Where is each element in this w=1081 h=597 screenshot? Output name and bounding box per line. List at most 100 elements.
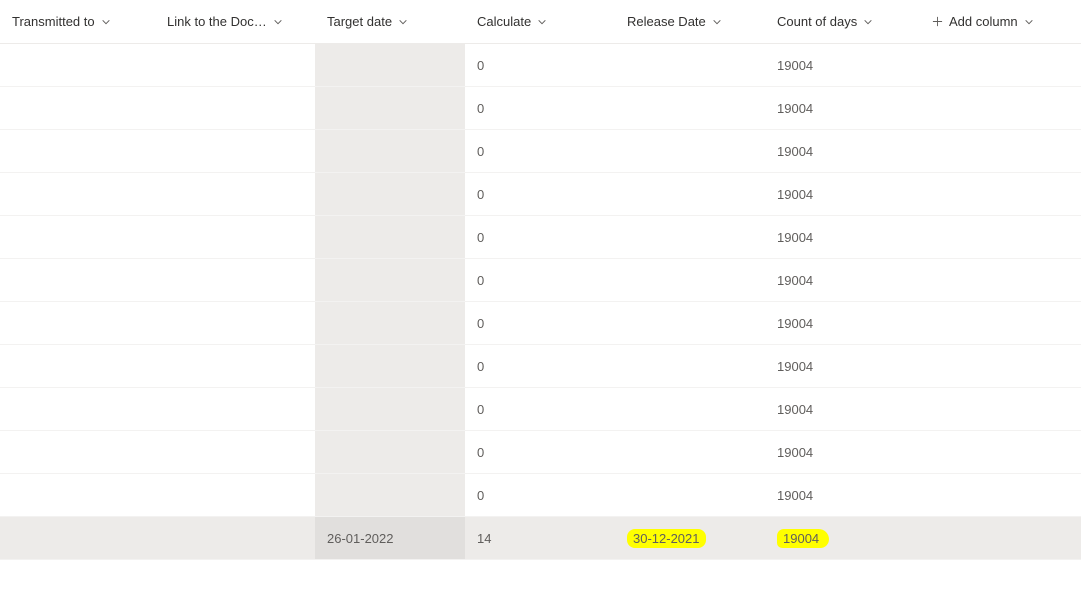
cell-calculate[interactable]: 0 <box>465 216 615 258</box>
cell-link[interactable] <box>155 216 315 258</box>
cell-transmitted[interactable] <box>0 474 155 516</box>
table-row[interactable]: 0 19004 <box>0 259 1081 302</box>
cell-transmitted[interactable] <box>0 259 155 301</box>
cell-link[interactable] <box>155 474 315 516</box>
cell-calculate[interactable]: 0 <box>465 431 615 473</box>
cell-transmitted[interactable] <box>0 87 155 129</box>
cell-transmitted[interactable] <box>0 517 155 559</box>
table-row[interactable]: 0 19004 <box>0 388 1081 431</box>
cell-target[interactable] <box>315 130 465 172</box>
cell-link[interactable] <box>155 173 315 215</box>
cell-release[interactable] <box>615 173 765 215</box>
cell-count[interactable]: 19004 <box>765 44 920 86</box>
cell-link[interactable] <box>155 302 315 344</box>
table-row[interactable]: 0 19004 <box>0 87 1081 130</box>
cell-add <box>920 517 1081 559</box>
cell-target[interactable] <box>315 388 465 430</box>
cell-count[interactable]: 19004 <box>765 302 920 344</box>
cell-target[interactable]: 26-01-2022 <box>315 517 465 559</box>
cell-link[interactable] <box>155 517 315 559</box>
column-header-count[interactable]: Count of days <box>765 14 920 29</box>
cell-release[interactable] <box>615 216 765 258</box>
cell-release[interactable] <box>615 87 765 129</box>
cell-target[interactable] <box>315 173 465 215</box>
cell-calculate[interactable]: 0 <box>465 388 615 430</box>
cell-release[interactable] <box>615 259 765 301</box>
cell-transmitted[interactable] <box>0 44 155 86</box>
cell-calculate-value: 0 <box>477 488 484 503</box>
cell-target[interactable] <box>315 302 465 344</box>
table-row[interactable]: 0 19004 <box>0 474 1081 517</box>
table-row[interactable]: 0 19004 <box>0 216 1081 259</box>
column-header-target[interactable]: Target date <box>315 14 465 29</box>
cell-calculate[interactable]: 0 <box>465 173 615 215</box>
cell-link[interactable] <box>155 259 315 301</box>
cell-calculate[interactable]: 0 <box>465 130 615 172</box>
cell-count[interactable]: 19004 <box>765 345 920 387</box>
cell-calculate-value: 0 <box>477 187 484 202</box>
cell-release[interactable] <box>615 130 765 172</box>
cell-count[interactable]: 19004 <box>765 216 920 258</box>
cell-release[interactable] <box>615 431 765 473</box>
add-column-button[interactable]: Add column <box>920 14 1081 29</box>
cell-count[interactable]: 19004 <box>765 474 920 516</box>
cell-calculate[interactable]: 14 <box>465 517 615 559</box>
table-row[interactable]: 0 19004 <box>0 302 1081 345</box>
cell-link[interactable] <box>155 345 315 387</box>
cell-count[interactable]: 19004 <box>765 259 920 301</box>
cell-calculate[interactable]: 0 <box>465 302 615 344</box>
cell-count-value: 19004 <box>777 445 813 460</box>
cell-count[interactable]: 19004 <box>765 130 920 172</box>
cell-transmitted[interactable] <box>0 302 155 344</box>
column-header-link[interactable]: Link to the Doc… <box>155 14 315 29</box>
cell-calculate[interactable]: 0 <box>465 474 615 516</box>
cell-calculate[interactable]: 0 <box>465 345 615 387</box>
column-header-calculate[interactable]: Calculate <box>465 14 615 29</box>
cell-link[interactable] <box>155 44 315 86</box>
cell-release[interactable]: 30-12-2021 <box>615 517 765 559</box>
cell-transmitted[interactable] <box>0 345 155 387</box>
cell-target[interactable] <box>315 87 465 129</box>
cell-target[interactable] <box>315 259 465 301</box>
cell-link[interactable] <box>155 130 315 172</box>
cell-transmitted[interactable] <box>0 130 155 172</box>
column-label: Link to the Doc… <box>167 14 267 29</box>
cell-calculate-value: 14 <box>477 531 491 546</box>
cell-calculate[interactable]: 0 <box>465 259 615 301</box>
table-row[interactable]: 26-01-2022 14 30-12-202119004 <box>0 517 1081 560</box>
cell-target[interactable] <box>315 431 465 473</box>
cell-target[interactable] <box>315 44 465 86</box>
cell-count[interactable]: 19004 <box>765 87 920 129</box>
cell-transmitted[interactable] <box>0 216 155 258</box>
cell-calculate[interactable]: 0 <box>465 87 615 129</box>
cell-target[interactable] <box>315 474 465 516</box>
table-row[interactable]: 0 19004 <box>0 44 1081 87</box>
cell-transmitted[interactable] <box>0 431 155 473</box>
cell-target[interactable] <box>315 216 465 258</box>
cell-count[interactable]: 19004 <box>765 173 920 215</box>
cell-count[interactable]: 19004 <box>765 431 920 473</box>
cell-link[interactable] <box>155 87 315 129</box>
column-header-release[interactable]: Release Date <box>615 14 765 29</box>
cell-release[interactable] <box>615 388 765 430</box>
cell-count[interactable]: 19004 <box>765 517 920 559</box>
cell-calculate[interactable]: 0 <box>465 44 615 86</box>
cell-release[interactable] <box>615 44 765 86</box>
cell-release[interactable] <box>615 474 765 516</box>
table-row[interactable]: 0 19004 <box>0 173 1081 216</box>
cell-transmitted[interactable] <box>0 388 155 430</box>
cell-release[interactable] <box>615 302 765 344</box>
cell-calculate-value: 0 <box>477 230 484 245</box>
cell-calculate-value: 0 <box>477 144 484 159</box>
cell-target[interactable] <box>315 345 465 387</box>
cell-transmitted[interactable] <box>0 173 155 215</box>
table-row[interactable]: 0 19004 <box>0 130 1081 173</box>
table-row[interactable]: 0 19004 <box>0 345 1081 388</box>
cell-link[interactable] <box>155 388 315 430</box>
chevron-down-icon <box>712 17 722 27</box>
cell-link[interactable] <box>155 431 315 473</box>
column-header-transmitted[interactable]: Transmitted to <box>0 14 155 29</box>
cell-count[interactable]: 19004 <box>765 388 920 430</box>
cell-release[interactable] <box>615 345 765 387</box>
table-row[interactable]: 0 19004 <box>0 431 1081 474</box>
